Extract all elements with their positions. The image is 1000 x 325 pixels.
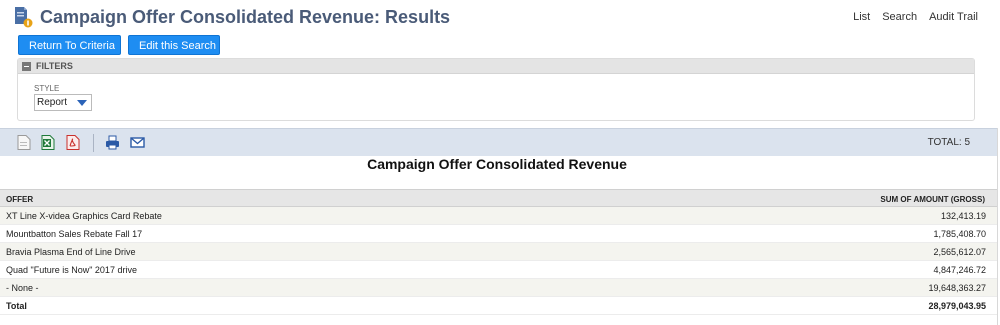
total-count: TOTAL: 5 <box>927 137 970 148</box>
offer-cell: Quad "Future is Now" 2017 drive <box>6 265 137 275</box>
export-csv-icon[interactable] <box>17 135 31 150</box>
style-select[interactable]: Report <box>34 94 92 111</box>
results-toolbar: TOTAL: 5 <box>0 128 998 156</box>
collapse-icon[interactable] <box>22 62 31 71</box>
search-link[interactable]: Search <box>882 11 917 23</box>
offer-cell: - None - <box>6 283 39 293</box>
email-icon[interactable] <box>130 135 145 150</box>
amount-cell: 4,847,246.72 <box>933 265 986 275</box>
saved-search-icon <box>15 7 33 28</box>
filters-header[interactable]: FILTERS <box>18 59 974 74</box>
return-to-criteria-button[interactable]: Return To Criteria <box>18 35 121 55</box>
page-title: Campaign Offer Consolidated Revenue: Res… <box>40 7 451 27</box>
filters-heading: FILTERS <box>36 61 73 71</box>
page-header: Campaign Offer Consolidated Revenue: Res… <box>0 0 1000 34</box>
column-header-amount[interactable]: SUM OF AMOUNT (GROSS) <box>880 195 985 204</box>
amount-cell: 1,785,408.70 <box>933 229 986 239</box>
list-link[interactable]: List <box>853 11 870 23</box>
table-row: XT Line X-videa Graphics Card Rebate 132… <box>0 207 998 225</box>
amount-cell: 2,565,612.07 <box>933 247 986 257</box>
total-row: Total 28,979,043.95 <box>0 297 998 315</box>
panel-border <box>997 128 998 325</box>
column-header-offer[interactable]: OFFER <box>6 195 33 204</box>
offer-cell: Mountbatton Sales Rebate Fall 17 <box>6 229 143 239</box>
offer-cell: Bravia Plasma End of Line Drive <box>6 247 136 257</box>
offer-cell: XT Line X-videa Graphics Card Rebate <box>6 211 162 221</box>
table-row: Bravia Plasma End of Line Drive 2,565,61… <box>0 243 998 261</box>
filters-panel: FILTERS STYLE Report <box>17 58 975 121</box>
toolbar-divider <box>93 134 94 152</box>
results-table: OFFER SUM OF AMOUNT (GROSS) XT Line X-vi… <box>0 189 998 315</box>
total-label: Total <box>6 301 27 311</box>
print-icon[interactable] <box>105 135 120 150</box>
header-links: List Search Audit Trail <box>853 11 978 23</box>
amount-cell: 19,648,363.27 <box>928 283 986 293</box>
edit-search-button[interactable]: Edit this Search <box>128 35 220 55</box>
style-select-value: Report <box>37 97 68 108</box>
export-pdf-icon[interactable] <box>66 135 80 150</box>
table-row: - None - 19,648,363.27 <box>0 279 998 297</box>
table-row: Quad "Future is Now" 2017 drive 4,847,24… <box>0 261 998 279</box>
total-amount: 28,979,043.95 <box>928 301 986 311</box>
report-title: Campaign Offer Consolidated Revenue <box>367 156 627 172</box>
chevron-down-icon <box>77 100 87 106</box>
table-row: Mountbatton Sales Rebate Fall 17 1,785,4… <box>0 225 998 243</box>
style-label: STYLE <box>34 84 60 93</box>
export-excel-icon[interactable] <box>41 135 55 150</box>
table-header: OFFER SUM OF AMOUNT (GROSS) <box>0 189 998 207</box>
audit-trail-link[interactable]: Audit Trail <box>929 11 978 23</box>
amount-cell: 132,413.19 <box>940 211 986 221</box>
